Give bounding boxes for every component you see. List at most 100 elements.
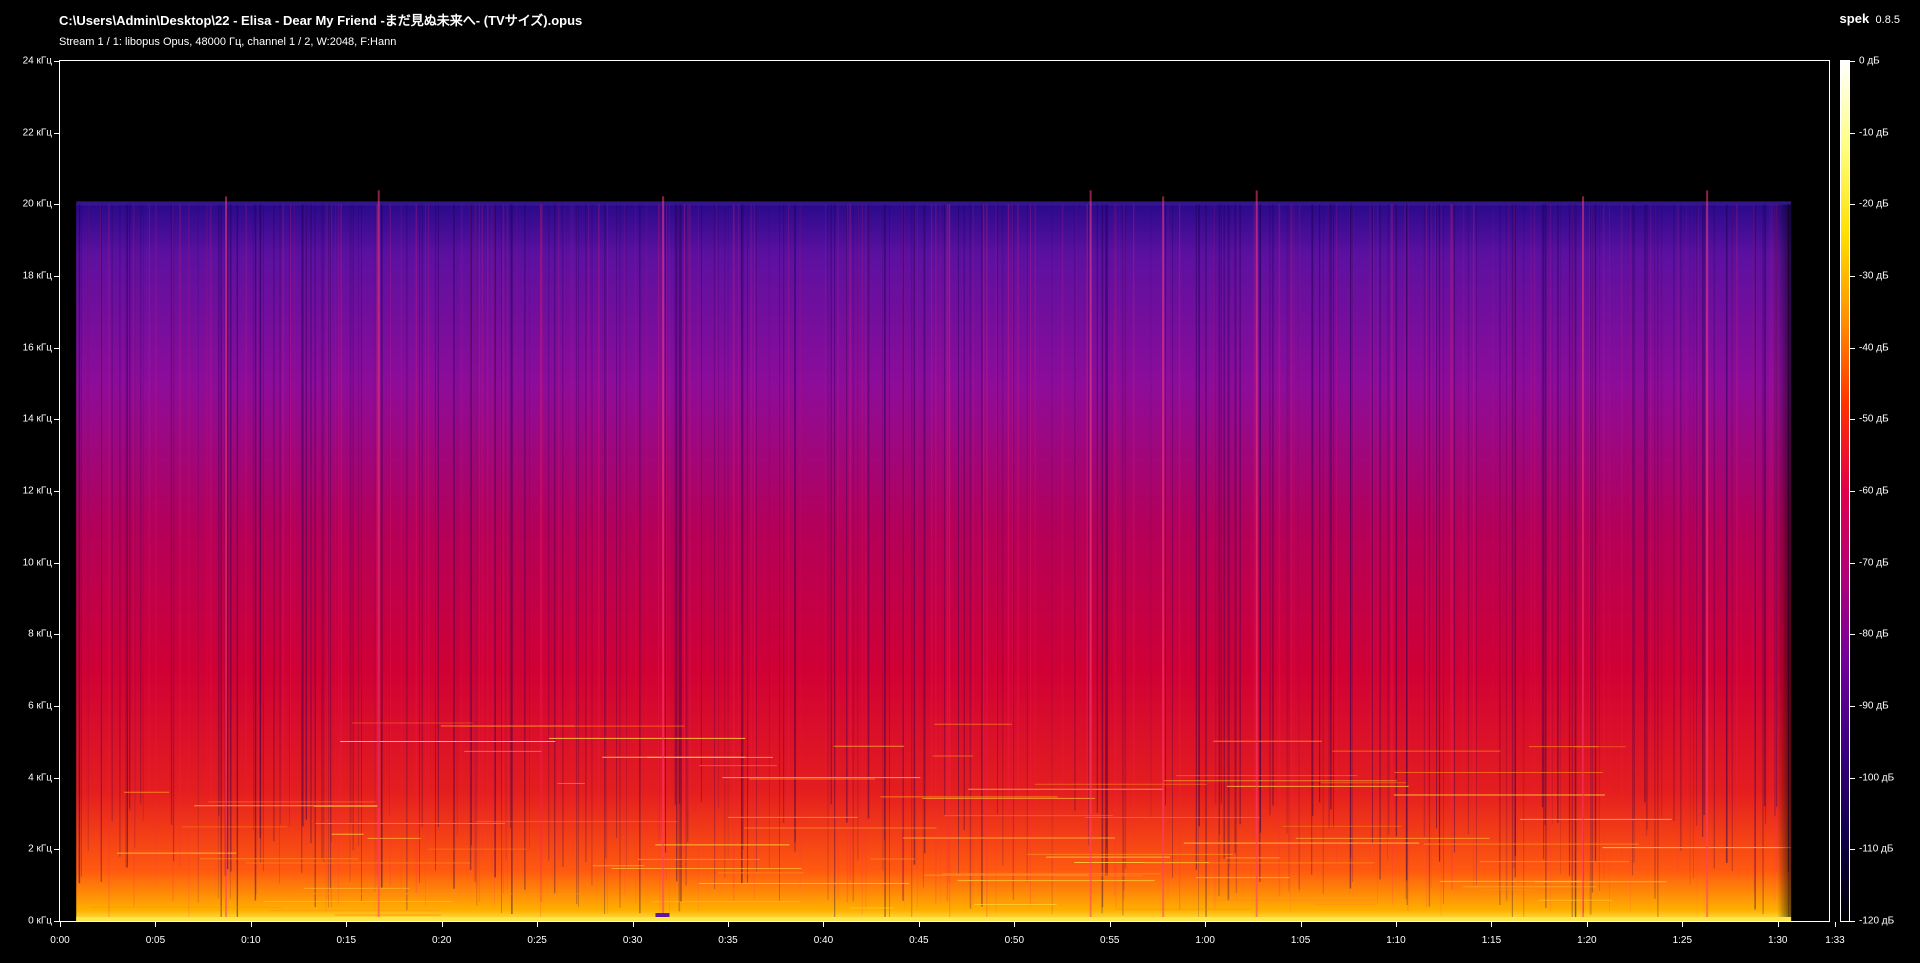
time-tick-mark — [728, 922, 729, 927]
db-tick-mark — [1850, 491, 1855, 492]
frequency-tick-label: 6 кГц — [28, 700, 52, 712]
db-tick-label: -50 дБ — [1859, 413, 1889, 425]
db-tick-label: -90 дБ — [1859, 700, 1889, 712]
time-tick-label: 0:35 — [718, 935, 738, 946]
spectrogram-plot[interactable] — [59, 60, 1830, 922]
time-tick-label: 0:15 — [336, 935, 357, 946]
time-tick-mark — [1586, 922, 1588, 927]
db-tick-mark — [1850, 419, 1855, 421]
color-scale-bar — [1840, 60, 1850, 922]
app-version: 0.8.5 — [1875, 14, 1900, 26]
frequency-tick-mark — [54, 849, 59, 851]
time-tick-mark — [1396, 922, 1398, 927]
frequency-tick-mark — [54, 419, 59, 421]
time-tick-label: 0:10 — [241, 935, 261, 946]
time-tick-mark — [1109, 922, 1111, 927]
time-tick-label: 0:30 — [622, 935, 643, 946]
time-tick-label: 0:25 — [527, 935, 547, 946]
time-tick-mark — [537, 922, 539, 927]
app-name: spek — [1839, 11, 1870, 26]
frequency-tick-label: 0 кГц — [28, 915, 52, 927]
time-tick-label: 1:20 — [1577, 935, 1597, 946]
time-tick-mark — [1014, 922, 1016, 927]
frequency-tick-label: 22 кГц — [22, 127, 52, 139]
time-tick-label: 1:00 — [1195, 935, 1215, 946]
frequency-tick-mark — [54, 347, 59, 349]
time-tick-mark — [60, 922, 61, 927]
db-tick-label: -40 дБ — [1859, 342, 1889, 354]
db-tick-label: -20 дБ — [1859, 198, 1889, 210]
db-tick-mark — [1850, 347, 1855, 349]
time-tick-mark — [155, 922, 157, 927]
time-tick-mark — [632, 922, 634, 927]
frequency-tick-mark — [54, 777, 59, 779]
db-tick-mark — [1850, 204, 1855, 206]
time-tick-label: 1:25 — [1672, 935, 1693, 946]
stream-info: Stream 1 / 1: libopus Opus, 48000 Гц, ch… — [59, 36, 397, 48]
time-tick-mark — [1300, 922, 1302, 927]
time-tick-mark — [918, 922, 920, 927]
spectrogram-image — [76, 190, 1792, 921]
db-tick-mark — [1850, 276, 1855, 277]
frequency-tick-mark — [54, 132, 59, 134]
time-tick-mark — [1682, 922, 1684, 927]
db-tick-mark — [1850, 634, 1855, 636]
db-tick-mark — [1850, 921, 1855, 922]
db-tick-label: -120 дБ — [1859, 915, 1895, 927]
time-tick-mark — [1491, 922, 1493, 927]
db-tick-mark — [1850, 849, 1855, 851]
db-tick-label: -80 дБ — [1859, 628, 1889, 640]
file-path-title: C:\Users\Admin\Desktop\22 - Elisa - Dear… — [59, 13, 583, 28]
time-tick-mark — [823, 922, 825, 927]
frequency-tick-mark — [54, 921, 59, 922]
frequency-tick-mark — [54, 276, 59, 277]
frequency-tick-mark — [54, 204, 59, 206]
time-tick-mark — [1205, 922, 1207, 927]
db-tick-label: -110 дБ — [1859, 843, 1894, 855]
db-tick-mark — [1850, 562, 1855, 564]
time-tick-mark — [1835, 922, 1836, 927]
frequency-tick-label: 14 кГц — [22, 413, 52, 425]
frequency-tick-mark — [54, 562, 59, 564]
db-tick-label: -70 дБ — [1859, 557, 1889, 569]
db-tick-label: 0 дБ — [1859, 55, 1880, 67]
time-tick-label: 1:10 — [1386, 935, 1406, 946]
frequency-tick-mark — [54, 706, 59, 707]
db-tick-label: -30 дБ — [1859, 270, 1889, 282]
db-tick-mark — [1850, 61, 1855, 62]
time-tick-mark — [441, 922, 443, 927]
time-tick-label: 0:00 — [50, 935, 70, 946]
time-tick-label: 0:20 — [431, 935, 452, 946]
db-tick-mark — [1850, 132, 1855, 134]
fade-out-edge — [1777, 204, 1792, 921]
time-tick-mark — [1777, 922, 1779, 927]
db-tick-mark — [1850, 706, 1855, 707]
frequency-tick-label: 2 кГц — [28, 843, 52, 855]
time-tick-label: 0:45 — [909, 935, 929, 946]
time-tick-label: 0:55 — [1099, 935, 1120, 946]
frequency-tick-label: 16 кГц — [22, 342, 52, 354]
db-tick-mark — [1850, 777, 1855, 779]
time-tick-label: 1:15 — [1481, 935, 1502, 946]
time-tick-label: 0:40 — [813, 935, 834, 946]
time-tick-label: 1:33 — [1825, 935, 1845, 946]
frequency-tick-label: 10 кГц — [22, 557, 52, 569]
app-brand: spek 0.8.5 — [1840, 11, 1900, 26]
low-frequency-floor — [76, 917, 1792, 921]
frequency-tick-mark — [54, 491, 59, 492]
time-tick-mark — [250, 922, 252, 927]
time-tick-label: 0:05 — [145, 935, 166, 946]
time-tick-mark — [346, 922, 348, 927]
time-tick-label: 1:30 — [1768, 935, 1788, 946]
frequency-tick-mark — [54, 634, 59, 636]
db-tick-label: -100 дБ — [1859, 772, 1895, 784]
db-tick-label: -60 дБ — [1859, 485, 1889, 497]
frequency-tick-label: 24 кГц — [22, 55, 52, 67]
frequency-tick-label: 12 кГц — [22, 485, 52, 497]
frequency-tick-label: 8 кГц — [28, 628, 52, 640]
db-tick-label: -10 дБ — [1859, 127, 1889, 139]
time-tick-label: 1:05 — [1290, 935, 1311, 946]
frequency-tick-label: 20 кГц — [22, 198, 52, 210]
frequency-tick-label: 18 кГц — [22, 270, 52, 282]
frequency-tick-label: 4 кГц — [28, 772, 52, 784]
